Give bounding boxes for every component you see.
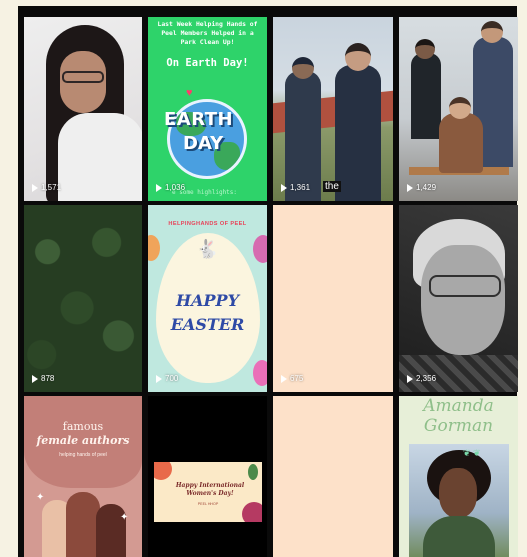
reel-tile-blank[interactable]: 675 <box>273 205 393 392</box>
play-icon <box>281 374 287 383</box>
play-icon <box>156 374 162 383</box>
butterfly-icon: ❦ ❦ <box>463 448 481 458</box>
raised-fist-illustration <box>66 492 100 557</box>
photo-head <box>481 21 503 43</box>
reel-tile-selfie[interactable]: 1,571 <box>24 17 142 201</box>
sparkle-icon: ✦ <box>120 512 129 523</box>
easter-egg-decoration <box>148 235 160 261</box>
authors-line3: helping hands of peel <box>59 452 107 458</box>
authors-line1: famous <box>62 420 104 433</box>
brand-label: HELPINGHANDS OF PEEL <box>168 221 247 227</box>
photo-head <box>292 57 314 79</box>
view-count: 675 <box>281 374 303 383</box>
photo-shirt <box>58 113 142 201</box>
amanda-photo: ❦ ❦ <box>409 444 509 557</box>
play-icon <box>32 183 38 192</box>
view-count: 2,356 <box>407 374 436 383</box>
easter-line1: HAPPY <box>175 291 239 310</box>
view-count-text: 1,429 <box>416 183 437 192</box>
earth-day-logo-word2: DAY <box>183 133 224 154</box>
photo-face <box>421 245 505 355</box>
photo-person <box>411 53 441 139</box>
earth-day-logo-word1: EARTH <box>164 109 234 130</box>
photo-person <box>335 65 381 201</box>
view-count: 700 <box>156 374 178 383</box>
view-count: 878 <box>32 374 54 383</box>
photo-body <box>423 516 495 557</box>
post-subheadline: On Earth Day! <box>166 57 249 69</box>
play-icon <box>407 183 413 192</box>
womens-day-card: Happy International Women's Day! PEEL HH… <box>154 462 262 522</box>
reel-tile-forest[interactable]: 878 <box>24 205 142 392</box>
view-count-text: 878 <box>41 374 55 383</box>
reel-tile-earth-day[interactable]: Last Week Helping Hands of Peel Members … <box>148 17 267 201</box>
bunny-icon: 🐇 <box>196 239 219 259</box>
reel-tile-blank[interactable] <box>273 396 393 557</box>
reels-grid: 1,571 Last Week Helping Hands of Peel Me… <box>24 17 518 557</box>
reels-grid-frame: 1,571 Last Week Helping Hands of Peel Me… <box>18 6 518 557</box>
reel-tile-womens-day[interactable]: Happy International Women's Day! PEEL HH… <box>148 396 267 557</box>
photo-head <box>415 39 435 59</box>
view-count-text: 1,036 <box>165 183 186 192</box>
view-count-text: 1,571 <box>41 183 62 192</box>
easter-egg-decoration <box>253 360 267 386</box>
leaf-decoration <box>248 464 258 480</box>
photo-head <box>345 43 371 71</box>
authors-line2: female authors <box>36 434 130 447</box>
post-headline: Last Week Helping Hands of Peel Members … <box>157 20 258 46</box>
photo-glasses <box>429 275 501 297</box>
view-count: 1,429 <box>407 183 436 192</box>
flower-decoration <box>154 462 172 480</box>
amanda-name-line2: Gorman <box>423 416 494 436</box>
view-count: 1,361 <box>281 183 310 192</box>
view-count-text: 2,356 <box>416 374 437 383</box>
reel-tile-group-stairs[interactable]: 1,429 <box>399 17 518 201</box>
reel-tile-authors[interactable]: famous female authors helping hands of p… <box>24 396 142 557</box>
sparkle-icon: ✦ <box>36 492 45 503</box>
heart-icon: ♥ <box>186 87 193 99</box>
view-count-text: 700 <box>165 374 179 383</box>
view-count-text: 675 <box>290 374 304 383</box>
play-icon <box>281 183 287 192</box>
subtitle-caption: the <box>323 181 341 192</box>
photo-face <box>439 468 477 518</box>
photo-head <box>449 97 471 119</box>
view-count-text: 1,361 <box>290 183 311 192</box>
photo-person <box>439 113 483 173</box>
photo-person <box>285 71 321 201</box>
womens-day-title: Happy International Women's Day! <box>175 482 245 497</box>
easter-line2: EASTER <box>170 315 245 334</box>
play-icon <box>156 183 162 192</box>
reel-tile-elder-portrait[interactable]: 2,356 <box>399 205 518 392</box>
photo-glasses <box>62 71 104 83</box>
view-count: 1,571 <box>32 183 61 192</box>
play-icon <box>407 374 413 383</box>
play-icon <box>32 374 38 383</box>
reel-tile-easter[interactable]: HELPINGHANDS OF PEEL 🐇 HAPPY EASTER 700 <box>148 205 267 392</box>
reel-tile-boys-track[interactable]: 1,361 the <box>273 17 393 201</box>
womens-day-sub: PEEL HHOP <box>197 502 219 506</box>
easter-egg-decoration <box>253 235 267 263</box>
reel-tile-amanda[interactable]: Amanda Gorman ❦ ❦ <box>399 396 518 557</box>
amanda-name-line1: Amanda <box>423 396 494 416</box>
view-count: 1,036 <box>156 183 185 192</box>
